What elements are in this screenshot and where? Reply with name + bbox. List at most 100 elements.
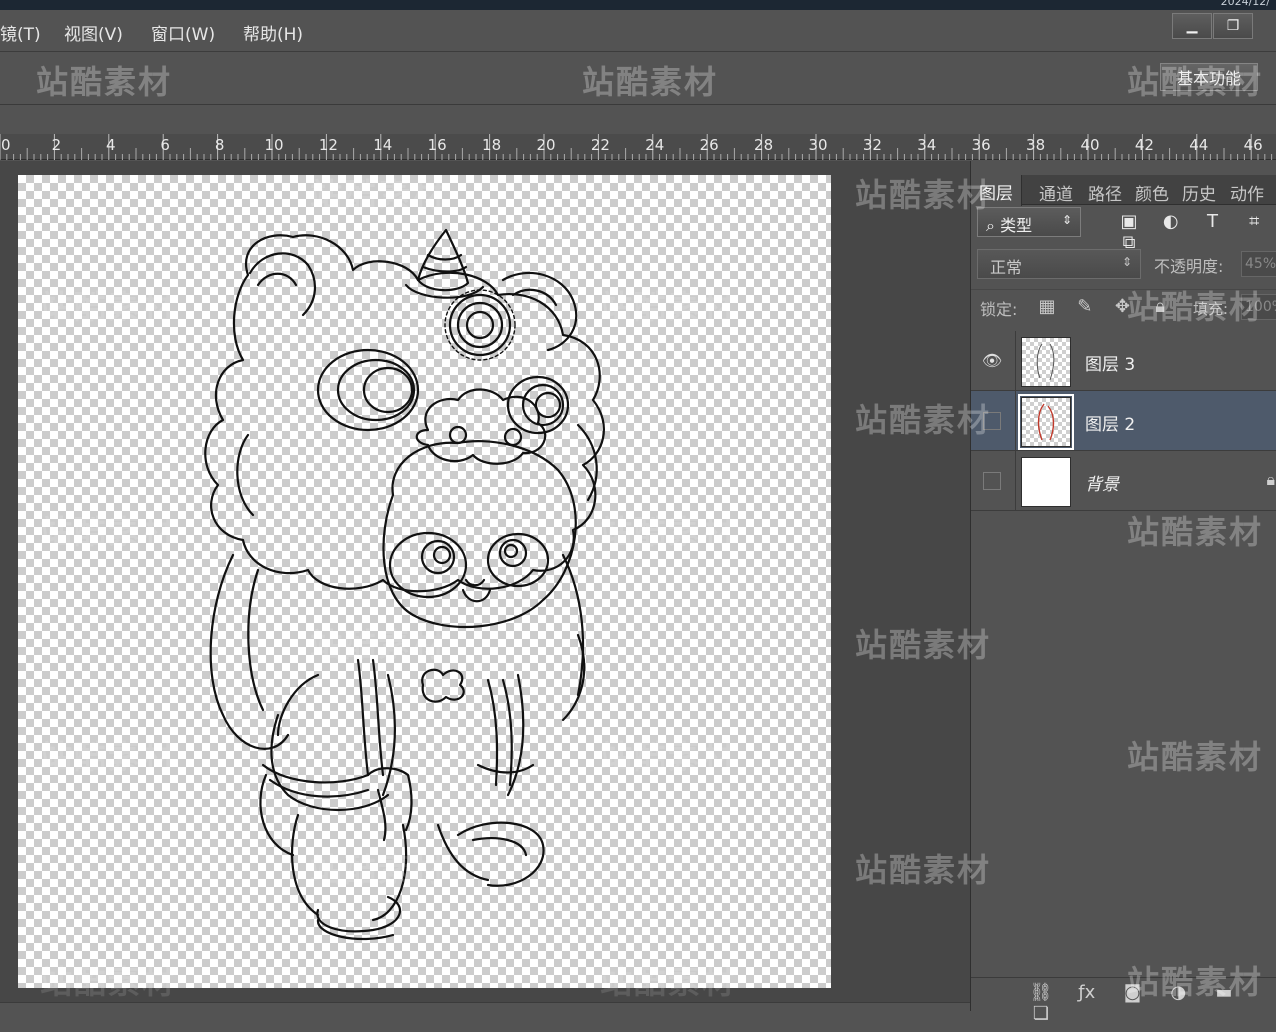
- ruler-label: 16: [428, 136, 447, 154]
- mask-icon[interactable]: ◙: [1112, 982, 1152, 1003]
- visibility-toggle[interactable]: [983, 472, 1001, 490]
- panel-tabs: 图层 通道 路径 颜色 历史 动作: [971, 175, 1276, 206]
- fx-icon[interactable]: ƒx: [1067, 982, 1107, 1003]
- layer-row[interactable]: 背景 🔒︎: [971, 451, 1276, 511]
- folder-icon[interactable]: ▬: [1204, 982, 1244, 1003]
- blend-mode-value: 正常: [990, 258, 1023, 277]
- menu-window[interactable]: 窗口(W): [151, 20, 215, 45]
- ruler-label: 12: [319, 136, 338, 154]
- tab-layers[interactable]: 图层: [971, 175, 1022, 206]
- ruler-label: 20: [536, 136, 555, 154]
- link-icon[interactable]: ⛓︎: [1021, 982, 1061, 1003]
- ruler-label: 28: [754, 136, 773, 154]
- layer-name: 背景: [1085, 475, 1119, 495]
- ruler-label: 24: [645, 136, 664, 154]
- tab-color[interactable]: 颜色: [1135, 180, 1169, 205]
- ruler-ticks: 0 2 4 6 8 10 12 14 16 18 20 22 24 26 28 30 32 34 36 38 40 42 4…: [0, 134, 1273, 160]
- horizontal-ruler: 0 2 4 6 8 10 12 14 16 18 20 22 24 26 28 30 32 34 36 38 40 42 4…: [0, 134, 1276, 160]
- ruler-label: 44: [1189, 136, 1208, 154]
- eye-icon[interactable]: 👁︎: [981, 351, 1003, 371]
- lock-row: 锁定: ▦ ✎ ✥ 🔒︎ 填充: 100%: [971, 289, 1276, 323]
- ruler-label: 30: [808, 136, 827, 154]
- layer-thumbnail: [1021, 457, 1071, 507]
- tab-history[interactable]: 历史: [1182, 180, 1216, 205]
- lock-transparency-icon[interactable]: ▦: [1031, 296, 1063, 317]
- layer-row[interactable]: 👁︎ 图层 3: [971, 331, 1276, 391]
- shape-filter-icon[interactable]: ⌗: [1236, 211, 1272, 232]
- ruler-label: 18: [482, 136, 501, 154]
- adjustment-filter-icon[interactable]: ◐: [1153, 211, 1189, 232]
- thumbnail-art: [1036, 343, 1055, 381]
- ruler-label: 8: [215, 136, 225, 154]
- blend-mode-select[interactable]: 正常 ⇕: [977, 249, 1141, 279]
- ruler-label: 4: [106, 136, 116, 154]
- ruler-label: 10: [264, 136, 283, 154]
- restore-icon: ❐: [1226, 18, 1240, 34]
- ruler-label: 34: [917, 136, 936, 154]
- layer-thumbnail: [1021, 337, 1071, 387]
- status-bar: [0, 1002, 970, 1032]
- tab-paths[interactable]: 路径: [1088, 180, 1122, 205]
- canvas[interactable]: [18, 175, 831, 988]
- thumbnail-art: [1037, 403, 1055, 441]
- divider: [1015, 391, 1016, 451]
- options-bar: 基本功能: [0, 53, 1276, 105]
- ruler-label: 26: [700, 136, 719, 154]
- layer-row[interactable]: 图层 2: [971, 391, 1276, 451]
- layer-filter-select[interactable]: ⌕ 类型 ⇕: [977, 207, 1081, 237]
- menu-view[interactable]: 视图(V): [64, 20, 123, 45]
- ruler-label: 32: [863, 136, 882, 154]
- lock-icon: 🔒︎: [1266, 470, 1275, 489]
- image-filter-icon[interactable]: ▣: [1111, 211, 1147, 232]
- lock-pixels-icon[interactable]: ✎: [1069, 296, 1101, 317]
- tab-actions[interactable]: 动作: [1230, 180, 1264, 205]
- layers-panel: 图层 通道 路径 颜色 历史 动作 ⌕ 类型 ⇕ ▣ ◐ T ⌗ ⧉ 正常 ⇕ …: [970, 161, 1276, 1024]
- ruler-label: 38: [1026, 136, 1045, 154]
- ruler-label: 40: [1080, 136, 1099, 154]
- search-icon: ⌕: [986, 216, 995, 235]
- fill-field[interactable]: 100%: [1241, 294, 1276, 320]
- ruler-label: 6: [160, 136, 170, 154]
- layer-list: 👁︎ 图层 3 图层 2 背景 🔒︎: [971, 331, 1276, 511]
- workspace-switcher[interactable]: 基本功能: [1160, 63, 1258, 91]
- menu-filter[interactable]: 镜(T): [0, 20, 41, 45]
- fill-label: 填充:: [1193, 300, 1229, 318]
- footer-icons: ⛓︎ ƒx ◙ ◑ ▬ ❏: [1021, 982, 1276, 1024]
- lock-icons: ▦ ✎ ✥ 🔒︎: [1031, 296, 1176, 317]
- adjustment-icon[interactable]: ◑: [1158, 982, 1198, 1003]
- taskbar-strip: 2024/12/: [0, 0, 1276, 10]
- minimize-button[interactable]: ▁: [1172, 13, 1212, 39]
- restore-button[interactable]: ❐: [1213, 13, 1253, 39]
- new-layer-icon[interactable]: ❏: [1021, 1003, 1061, 1024]
- lock-all-icon[interactable]: 🔒︎: [1144, 296, 1176, 317]
- stepper-icon: ⇕: [1061, 213, 1072, 227]
- visibility-toggle[interactable]: [983, 412, 1001, 430]
- opacity-field[interactable]: 45%: [1241, 251, 1276, 277]
- stepper-icon: ⇕: [1121, 255, 1132, 269]
- clock: 2024/12/: [1220, 0, 1270, 8]
- ruler-label: 36: [972, 136, 991, 154]
- menu-bar: 镜(T) 视图(V) 窗口(W) 帮助(H) ▁ ❐: [0, 10, 1276, 52]
- ruler-label: 42: [1135, 136, 1154, 154]
- menu-help[interactable]: 帮助(H): [243, 20, 303, 45]
- ruler-label: 0: [1, 136, 11, 154]
- lock-label: 锁定:: [980, 300, 1018, 319]
- layer-thumbnail: [1018, 394, 1074, 450]
- filter-icon-row: ▣ ◐ T ⌗ ⧉: [1111, 211, 1276, 253]
- layer-name: 图层 2: [1085, 415, 1136, 435]
- layer-name: 图层 3: [1085, 355, 1136, 375]
- lion-dance-lineart: [204, 228, 605, 941]
- opacity-label: 不透明度:: [1154, 257, 1224, 276]
- divider: [1015, 331, 1016, 391]
- ruler-label: 22: [591, 136, 610, 154]
- ruler-label: 2: [52, 136, 62, 154]
- minimize-icon: ▁: [1186, 18, 1198, 34]
- filter-kind-label: 类型: [1000, 216, 1033, 235]
- lock-position-icon[interactable]: ✥: [1106, 296, 1138, 317]
- ruler-label: 14: [373, 136, 392, 154]
- tab-channels[interactable]: 通道: [1039, 180, 1073, 205]
- ruler-label: 46: [1244, 136, 1263, 154]
- layers-panel-footer: ⛓︎ ƒx ◙ ◑ ▬ ❏: [971, 977, 1276, 1024]
- document-area: [0, 161, 970, 1002]
- type-filter-icon[interactable]: T: [1194, 211, 1230, 232]
